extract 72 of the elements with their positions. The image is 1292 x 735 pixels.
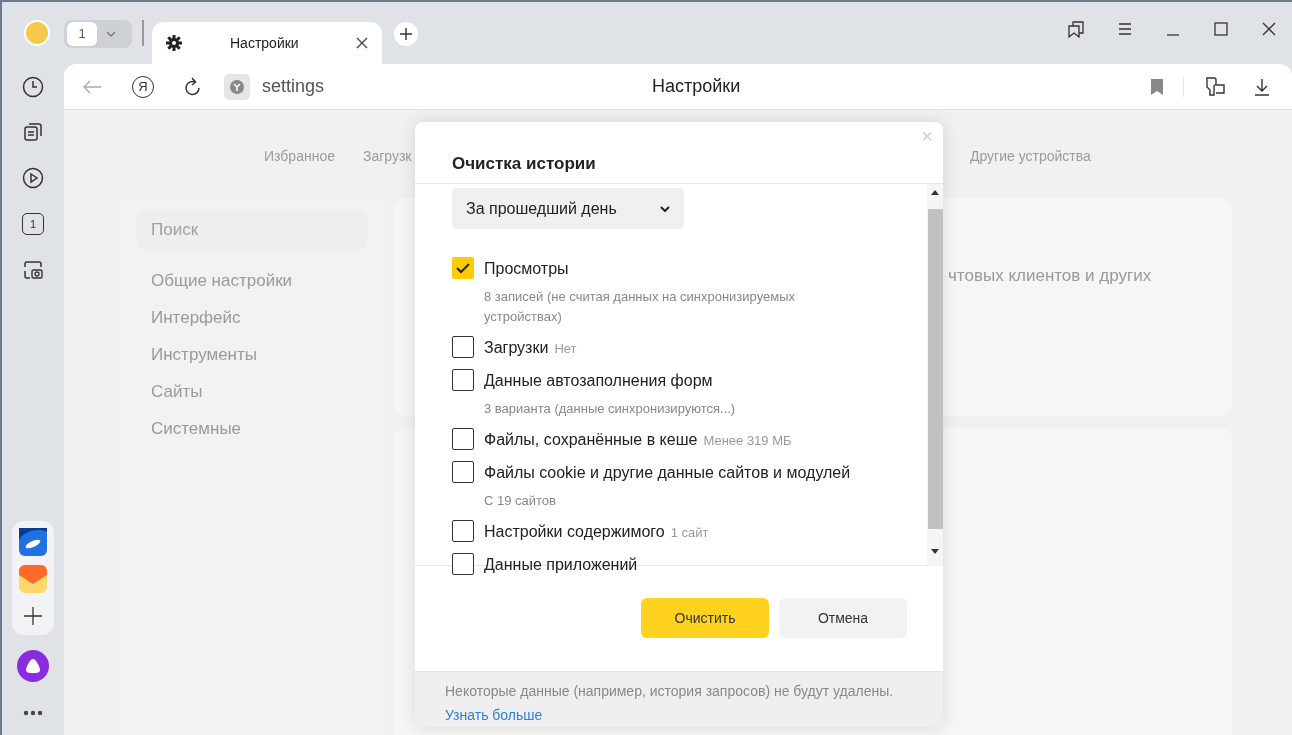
menu-item[interactable]: Интерфейс: [151, 305, 241, 342]
item-label: Просмотры: [484, 259, 569, 279]
bookmarks-icon[interactable]: [1068, 20, 1084, 38]
menu-item[interactable]: Общие настройки: [151, 268, 293, 305]
menu-item[interactable]: Инструменты: [151, 342, 257, 379]
tab-count-button[interactable]: 1: [22, 213, 44, 235]
page-title: Настройки: [652, 75, 741, 98]
nav-link[interactable]: Другие устройства: [970, 146, 1091, 167]
scrollbar-thumb[interactable]: [927, 209, 943, 529]
check-icon: [456, 262, 470, 274]
item-label: Настройки содержимого: [484, 522, 665, 542]
item-label: Данные приложений: [484, 555, 638, 575]
nav-link[interactable]: Загрузк: [362, 146, 412, 167]
item-details: С 19 сайтов: [484, 492, 557, 510]
menu-icon[interactable]: [1118, 23, 1132, 35]
chevron-down-icon: [105, 30, 117, 38]
gear-icon: [166, 35, 182, 51]
footer-note: Некоторые данные (например, история запросов) не будут удалены.: [445, 682, 895, 701]
checkbox[interactable]: [452, 461, 474, 483]
more-icon[interactable]: [23, 710, 43, 716]
reload-icon[interactable]: [184, 76, 202, 97]
maximize-icon[interactable]: [1214, 22, 1228, 36]
scroll-down-icon[interactable]: [931, 549, 939, 554]
download-icon[interactable]: [1254, 77, 1270, 96]
item-note: Нет: [554, 340, 577, 358]
cancel-button[interactable]: Отмена: [779, 598, 907, 638]
checkbox[interactable]: [452, 553, 474, 575]
item-label: Файлы cookie и другие данные сайтов и модулей: [484, 463, 851, 483]
clear-button[interactable]: Очистить: [641, 598, 769, 638]
bookmark-icon[interactable]: [1151, 78, 1163, 95]
new-tab-button[interactable]: [394, 22, 418, 46]
tab[interactable]: Настройки: [152, 22, 382, 64]
checkbox[interactable]: [452, 257, 474, 279]
nav-link[interactable]: Избранное: [264, 146, 335, 167]
screenshot-icon[interactable]: [22, 259, 44, 281]
learn-more-link[interactable]: Узнать больше: [445, 705, 543, 726]
item-details: 3 варианта (данные синхронизируются...): [484, 400, 737, 418]
add-icon[interactable]: [24, 607, 42, 625]
card-text: чтовых клиентов и других: [948, 265, 1152, 287]
period-dropdown[interactable]: За прошедший день: [452, 188, 684, 229]
scroll-up-icon[interactable]: [931, 190, 939, 195]
item-details: 8 записей (не считая данных на синхронизируемых устройствах): [484, 288, 797, 326]
cards-icon[interactable]: [23, 122, 43, 142]
dialog-title: Очистка истории: [452, 153, 596, 175]
mail-icon[interactable]: [19, 565, 47, 593]
checkbox[interactable]: [452, 369, 474, 391]
checkbox[interactable]: [452, 520, 474, 542]
menu-item[interactable]: Сайты: [151, 379, 203, 416]
item-label: Загрузки: [484, 338, 549, 358]
url-text[interactable]: settings: [262, 73, 325, 100]
checkbox[interactable]: [452, 428, 474, 450]
close-icon[interactable]: [356, 37, 368, 49]
plus-icon: [400, 28, 412, 40]
caret-icon: [660, 205, 670, 212]
menu-item[interactable]: Системные: [151, 416, 242, 453]
key-folder-icon[interactable]: [1204, 76, 1226, 97]
site-icon: [224, 73, 250, 100]
close-button[interactable]: ×: [919, 126, 935, 146]
tab-title: Настройки: [230, 33, 299, 53]
app-icon[interactable]: [19, 528, 47, 556]
close-icon[interactable]: [1262, 22, 1276, 36]
item-note: 1 сайт: [670, 524, 709, 542]
scrollbar[interactable]: [927, 184, 943, 566]
clock-icon[interactable]: [22, 76, 44, 98]
item-note: Менее 319 МБ: [703, 432, 792, 450]
item-label: Данные автозаполнения форм: [484, 371, 713, 391]
checkbox[interactable]: [452, 336, 474, 358]
item-label: Файлы, сохранённые в кеше: [484, 430, 698, 450]
play-icon[interactable]: [22, 167, 44, 189]
search-field[interactable]: Поиск: [137, 210, 367, 250]
assistant-icon[interactable]: [17, 650, 49, 682]
tab-counter-button[interactable]: 1: [64, 20, 132, 48]
